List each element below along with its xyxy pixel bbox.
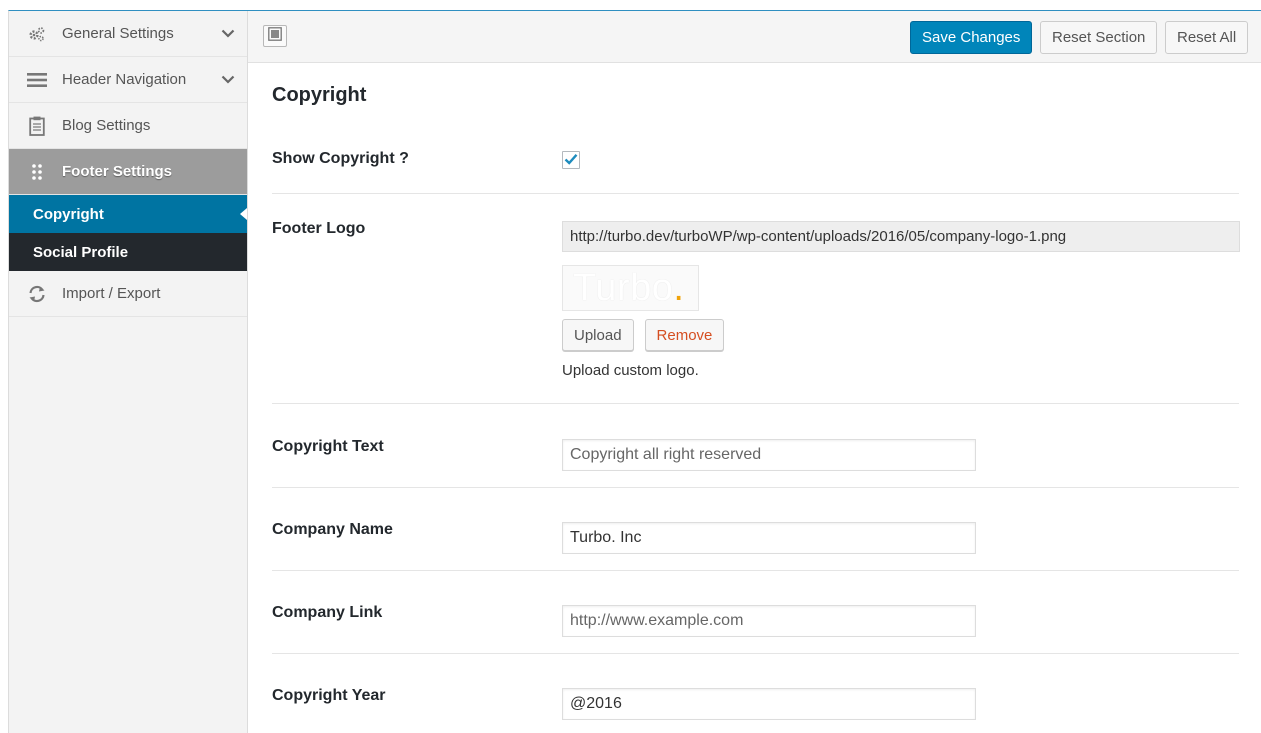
chevron-down-icon [221, 75, 235, 84]
settings-content: Copyright Show Copyright ? Footer Logo h… [248, 64, 1261, 733]
submenu-item-copyright[interactable]: Copyright [9, 195, 247, 233]
reset-all-button[interactable]: Reset All [1165, 21, 1249, 54]
clipboard-icon [25, 116, 49, 136]
company-link-input[interactable]: http://www.example.com [562, 605, 976, 637]
copyright-year-input[interactable]: @2016 [562, 688, 976, 720]
company-name-row: Company Name Turbo. Inc [272, 488, 1239, 571]
sidebar-item-footer-settings[interactable]: Footer Settings [9, 149, 247, 195]
sidebar-item-import-export[interactable]: Import / Export [9, 271, 247, 317]
sidebar-item-label: General Settings [62, 25, 174, 42]
show-copyright-row: Show Copyright ? [272, 130, 1239, 194]
grip-dots-icon [25, 163, 49, 181]
checkmark-icon [564, 152, 578, 169]
show-copyright-checkbox[interactable] [562, 151, 580, 169]
logo-preview-dot: . [673, 266, 685, 309]
submenu-item-label: Social Profile [33, 243, 129, 261]
chevron-down-icon [221, 29, 235, 38]
footer-logo-row: Footer Logo http://turbo.dev/turboWP/wp-… [272, 195, 1240, 404]
field-label: Copyright Text [272, 438, 384, 455]
logo-preview-text: Turbo [573, 266, 674, 309]
menu-icon [25, 72, 49, 88]
upload-help-text: Upload custom logo. [562, 362, 699, 379]
logo-url-field[interactable]: http://turbo.dev/turboWP/wp-content/uplo… [562, 221, 1240, 252]
field-label: Company Name [272, 521, 393, 538]
gears-icon [25, 26, 49, 42]
expand-panel-icon [268, 27, 282, 45]
company-name-input[interactable]: Turbo. Inc [562, 522, 976, 554]
refresh-icon [25, 285, 49, 303]
company-link-row: Company Link http://www.example.com [272, 571, 1239, 654]
field-label: Footer Logo [272, 220, 366, 237]
toolbar: Save Changes Reset Section Reset All [248, 11, 1261, 63]
submenu-item-social-profile[interactable]: Social Profile [9, 233, 247, 271]
sidebar-item-label: Footer Settings [62, 163, 173, 180]
sidebar-item-label: Header Navigation [62, 71, 187, 88]
sidebar: General Settings Header Navigation Blog … [9, 11, 248, 733]
reset-section-button[interactable]: Reset Section [1040, 21, 1158, 54]
sidebar-item-label: Blog Settings [62, 117, 151, 134]
save-changes-button[interactable]: Save Changes [910, 21, 1033, 54]
field-label: Copyright Year [272, 687, 386, 704]
submenu-item-label: Copyright [33, 205, 104, 223]
expand-toggle-button[interactable] [263, 25, 287, 47]
sidebar-item-general-settings[interactable]: General Settings [9, 11, 247, 57]
sidebar-item-label: Import / Export [62, 285, 161, 302]
field-label: Show Copyright ? [272, 150, 409, 167]
field-label: Company Link [272, 604, 383, 621]
options-panel: General Settings Header Navigation Blog … [8, 10, 1261, 733]
copyright-text-input[interactable]: Copyright all right reserved [562, 439, 976, 471]
sidebar-item-header-navigation[interactable]: Header Navigation [9, 57, 247, 103]
section-title: Copyright [272, 84, 367, 106]
copyright-text-row: Copyright Text Copyright all right reser… [272, 405, 1239, 488]
sidebar-item-blog-settings[interactable]: Blog Settings [9, 103, 247, 149]
copyright-year-row: Copyright Year @2016 [272, 654, 1239, 733]
logo-preview-image: Turbo. [562, 265, 699, 311]
remove-button[interactable]: Remove [644, 319, 725, 351]
upload-button[interactable]: Upload [562, 319, 634, 351]
